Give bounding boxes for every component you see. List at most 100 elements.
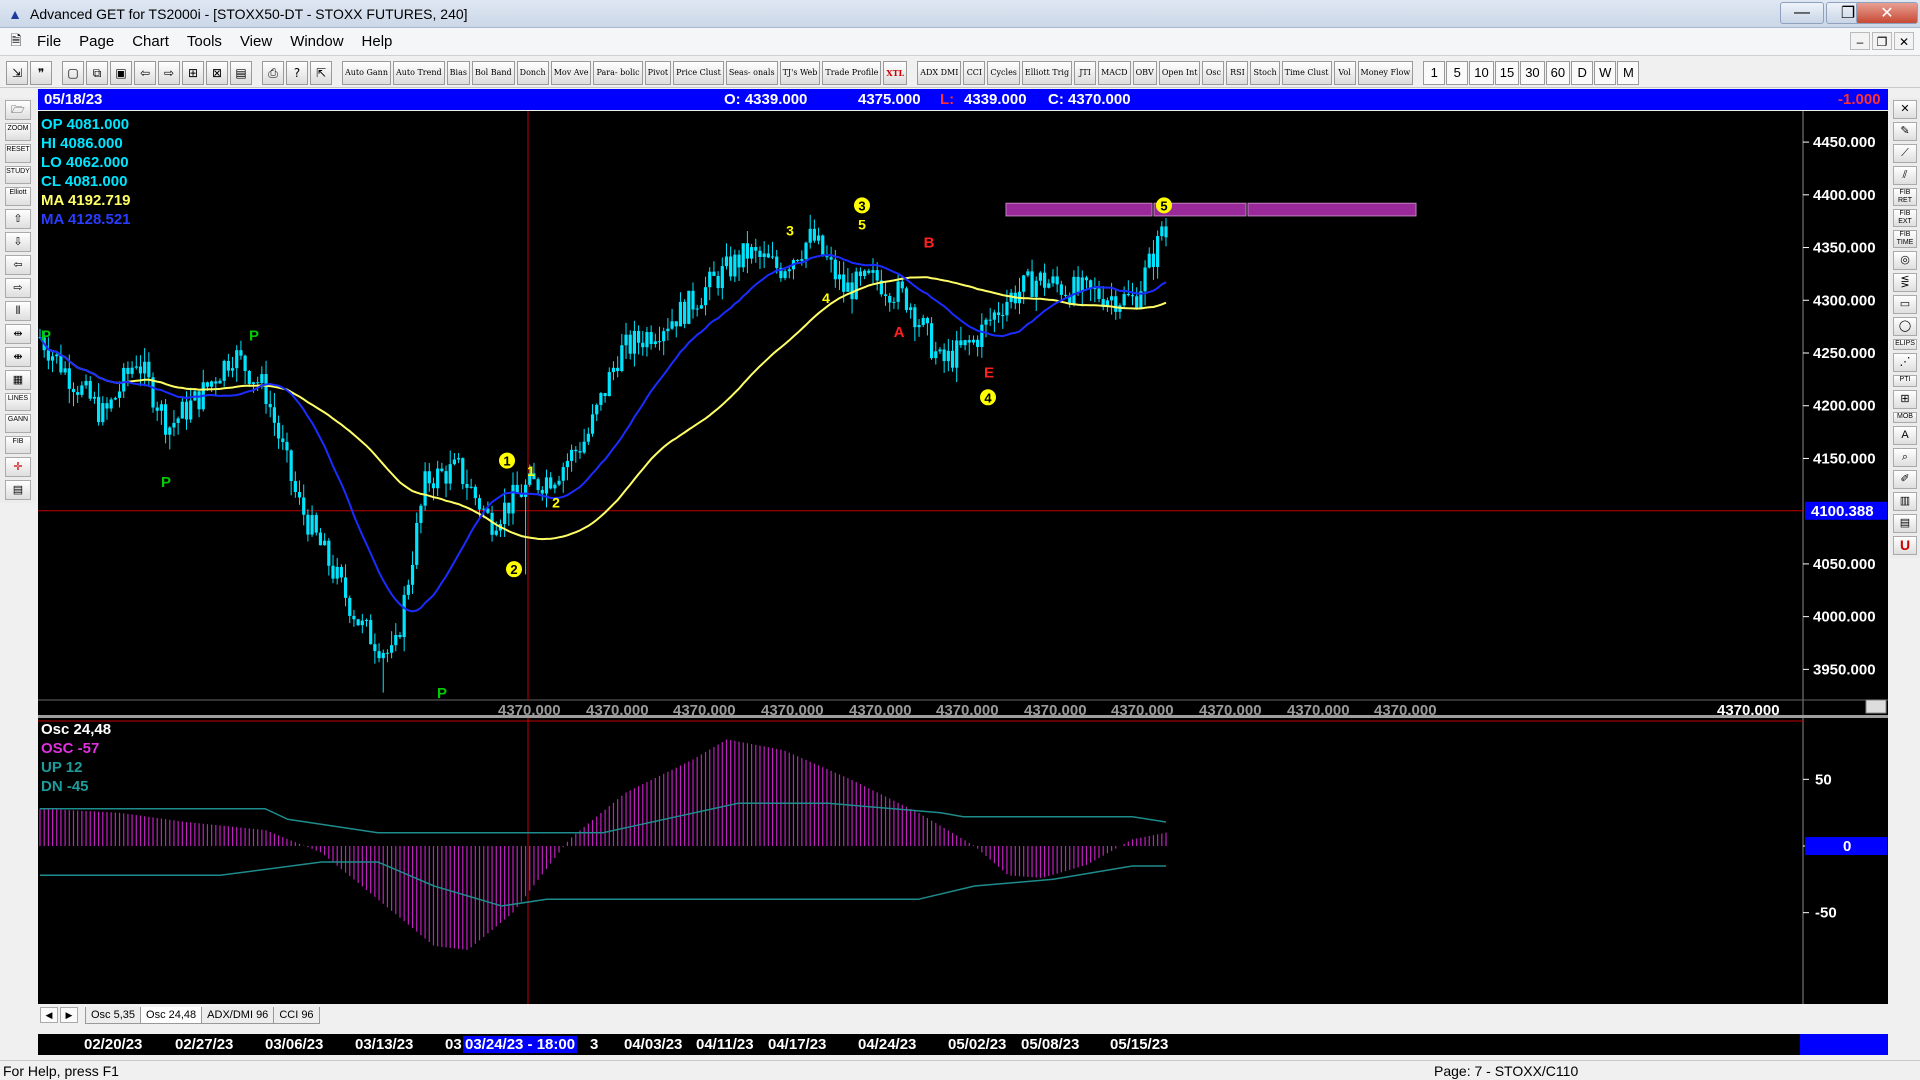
indicator-cycles-button[interactable]: Cycles (987, 60, 1020, 85)
indicator-rsi-button[interactable]: RSI (1226, 60, 1249, 85)
help-icon[interactable]: ? (286, 60, 308, 85)
arrow-up-icon[interactable]: ⇧ (5, 208, 31, 229)
open-folder-icon[interactable]: 🗁 (5, 100, 31, 120)
fib-ext-icon[interactable]: FIB EXT (1893, 209, 1917, 227)
interval-W-button[interactable]: W (1594, 60, 1617, 85)
interval-30-button[interactable]: 30 (1520, 60, 1545, 85)
trendline-icon[interactable]: ⟋ (1893, 144, 1917, 163)
document-icon[interactable]: 🗎 (4, 30, 28, 54)
indicator-elliott-trig-button[interactable]: Elliott Trig (1021, 60, 1073, 85)
notes-icon[interactable]: ▤ (1893, 513, 1917, 533)
study-bias-button[interactable]: Bias (446, 60, 470, 85)
compress-icon[interactable]: ⇹ (5, 323, 31, 344)
study-donch-button[interactable]: Donch (516, 60, 549, 85)
indicator-macd-button[interactable]: MACD (1098, 60, 1131, 85)
circle-icon[interactable]: ◯ (1893, 317, 1917, 336)
undo-icon[interactable]: U (1893, 535, 1917, 555)
crosshair-icon[interactable]: ✛ (5, 456, 31, 477)
fib-icon[interactable]: FIB (5, 435, 31, 454)
study-mov-ave-button[interactable]: Mov Ave (550, 60, 592, 85)
study-trade-profile-button[interactable]: Trade Profile (822, 60, 882, 85)
interval-1-button[interactable]: 1 (1423, 60, 1446, 85)
indicator-stoch-button[interactable]: Stoch (1250, 60, 1280, 85)
mob-icon[interactable]: MOB (1893, 411, 1917, 423)
print-preview-icon[interactable]: ▣ (110, 60, 132, 85)
gann-fan-icon[interactable]: ⋰ (1893, 353, 1917, 373)
menu-page[interactable]: Page (70, 33, 123, 50)
highlighter-icon[interactable]: ✐ (1893, 469, 1917, 489)
menu-file[interactable]: File (28, 33, 70, 50)
tab-scroll-right-icon[interactable]: ▶ (60, 1007, 78, 1023)
interval-M-button[interactable]: M (1617, 60, 1640, 85)
price-chart-pane[interactable]: 4450.000 4400.000 4350.000 4300.000 4250.000… (38, 111, 1888, 715)
indicator-adx-dmi-button[interactable]: ADX DMI (917, 60, 962, 85)
close-button[interactable]: ✕ (1856, 2, 1918, 24)
tab-scroll-left-icon[interactable]: ◀ (40, 1007, 58, 1023)
tab-cci-96[interactable]: CCI 96 (273, 1006, 320, 1024)
fan-lines-icon[interactable]: ⋚ (1893, 273, 1917, 292)
study-seas-onals-button[interactable]: Seas- onals (725, 60, 778, 85)
elliott-icon[interactable]: Elliott (5, 187, 31, 206)
indicator-open-int-button[interactable]: Open Int (1158, 60, 1201, 85)
table-icon[interactable]: ⊞ (1893, 389, 1917, 409)
study-auto-gann-button[interactable]: Auto Gann (342, 60, 391, 85)
back-arrow-icon[interactable]: ⇦ (134, 60, 156, 85)
arrow-right-icon[interactable]: ⇨ (5, 277, 31, 298)
study-xtl-button[interactable]: XTL (883, 60, 908, 85)
indicator-cci-button[interactable]: CCI (963, 60, 986, 85)
lines-icon[interactable]: LINES (5, 392, 31, 412)
menu-window[interactable]: Window (281, 33, 352, 50)
ellipse-icon[interactable]: ELIPS (1893, 339, 1917, 351)
indicator-time-clust-button[interactable]: Time Clust (1281, 60, 1332, 85)
reset-icon[interactable]: RESET (5, 144, 31, 163)
cursor-tool-icon[interactable]: ⇲ (6, 60, 28, 85)
new-page-icon[interactable]: ▢ (62, 60, 84, 85)
price-chart[interactable]: 4450.000 4400.000 4350.000 4300.000 4250.000… (38, 111, 1888, 715)
indicator-vol-button[interactable]: Vol (1333, 60, 1356, 85)
fib-time-icon[interactable]: FIB TIME (1893, 230, 1917, 248)
study-price-clust-button[interactable]: Price Clust (673, 60, 724, 85)
forward-arrow-icon[interactable]: ⇨ (158, 60, 180, 85)
properties-icon[interactable]: ▤ (5, 479, 31, 500)
spiral-icon[interactable]: ◎ (1893, 251, 1917, 270)
pencil-icon[interactable]: ✎ (1893, 122, 1917, 141)
quote-tool-icon[interactable]: ❞ (30, 60, 52, 85)
arrow-down-icon[interactable]: ⇩ (5, 231, 31, 252)
bar-spacing-icon[interactable]: ⫴ (5, 300, 31, 321)
study-bol-band-button[interactable]: Bol Band (471, 60, 515, 85)
interval-D-button[interactable]: D (1571, 60, 1594, 85)
context-help-icon[interactable]: ⇱ (310, 60, 332, 85)
study-icon[interactable]: STUDY (5, 165, 31, 185)
rectangle-icon[interactable]: ▭ (1893, 295, 1917, 314)
menu-view[interactable]: View (231, 33, 281, 50)
oscillator-pane[interactable]: 50 0 -50 Osc 24,48 OSC -57 UP 12 DN -45 (38, 718, 1888, 1004)
print-icon[interactable]: ⎙ (262, 60, 284, 85)
menu-help[interactable]: Help (353, 33, 402, 50)
mdi-minimize-button[interactable]: – (1850, 32, 1870, 50)
mdi-restore-button[interactable]: ❐ (1872, 32, 1892, 50)
magnifier-icon[interactable]: ⌕ (1893, 447, 1917, 467)
study-tjs-web-button[interactable]: TJ's Web (779, 60, 821, 85)
tab-adx-dmi-96[interactable]: ADX/DMI 96 (201, 1006, 275, 1024)
close-drawing-icon[interactable]: ✕ (1893, 100, 1917, 119)
indicator-jti-button[interactable]: JTI (1074, 60, 1097, 85)
grid-lines-icon[interactable]: ▦ (5, 369, 31, 390)
calculator-icon[interactable]: ▥ (1893, 491, 1917, 511)
indicator-money-flow-button[interactable]: Money Flow (1357, 60, 1414, 85)
pti-icon[interactable]: PTI (1893, 375, 1917, 387)
grid-icon[interactable]: ⊞ (182, 60, 204, 85)
text-tool-icon[interactable]: A (1893, 425, 1917, 445)
interval-15-button[interactable]: 15 (1494, 60, 1520, 85)
study-pivot-button[interactable]: Pivot (644, 60, 672, 85)
mdi-close-button[interactable]: ✕ (1894, 32, 1914, 50)
tab-osc-5-35[interactable]: Osc 5,35 (85, 1006, 142, 1024)
interval-5-button[interactable]: 5 (1446, 60, 1469, 85)
menu-chart[interactable]: Chart (123, 33, 178, 50)
study-para-bolic-button[interactable]: Para- bolic (593, 60, 643, 85)
indicator-osc-button[interactable]: Osc (1202, 60, 1225, 85)
expand-icon[interactable]: ⇼ (5, 346, 31, 367)
copy-page-icon[interactable]: ⧉ (86, 60, 108, 85)
delete-icon[interactable]: ⊠ (206, 60, 228, 85)
zoom-tool-icon[interactable]: ZOOM (5, 123, 31, 142)
minimize-button[interactable]: — (1780, 2, 1824, 24)
